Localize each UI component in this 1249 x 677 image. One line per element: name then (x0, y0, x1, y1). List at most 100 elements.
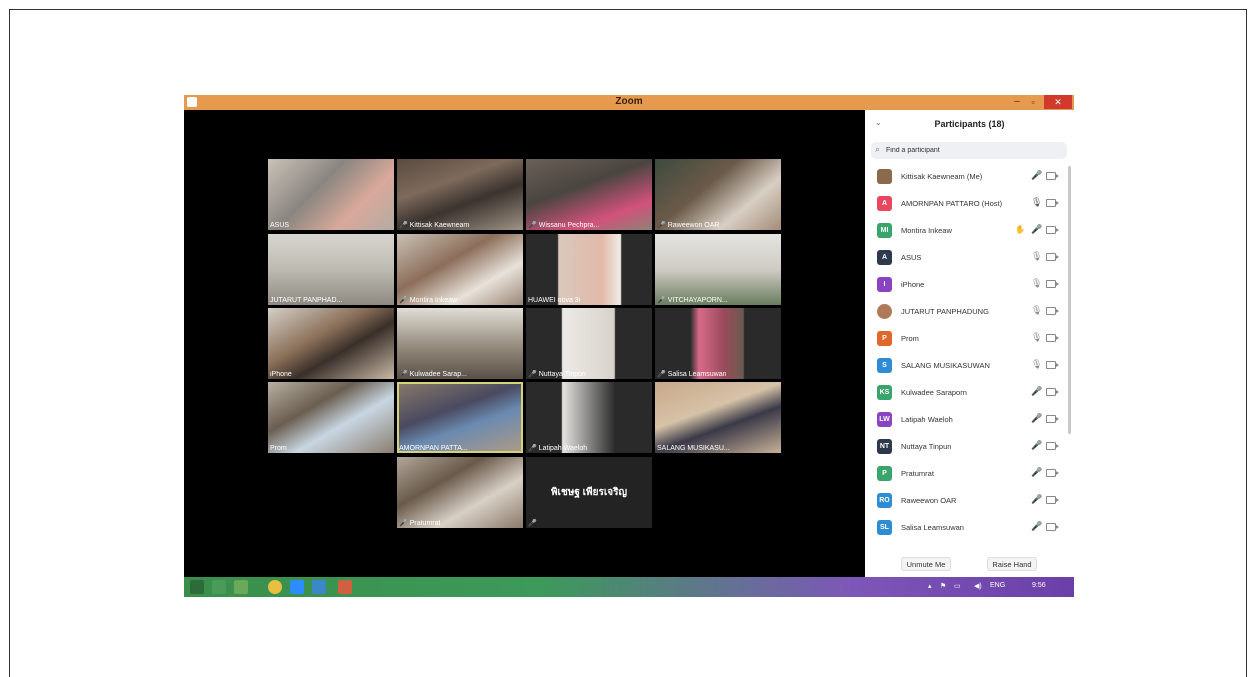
maximize-button[interactable]: ▫ (1026, 95, 1040, 110)
participant-row[interactable]: I iPhone 🎙 (865, 272, 1065, 296)
minimize-button[interactable]: – (1010, 95, 1024, 110)
raise-hand-button[interactable]: Raise Hand (987, 557, 1037, 571)
video-tile[interactable]: Prom (268, 382, 394, 453)
participant-row[interactable]: LW Latipah Waeloh 🎤 (865, 407, 1065, 431)
close-button[interactable]: ✕ (1044, 95, 1072, 109)
taskbar-app-icon[interactable] (312, 580, 326, 594)
video-camera-icon[interactable] (1046, 415, 1059, 423)
zoom-window: Zoom – ▫ ✕ ASUS 🎤 Kittisak Kaewneam 🎤 Wiss… (184, 95, 1074, 597)
video-camera-icon[interactable] (1046, 253, 1059, 261)
muted-mic-icon[interactable]: 🎤 (1031, 170, 1042, 181)
video-tile[interactable]: 🎤 Kittisak Kaewneam (397, 159, 523, 230)
video-camera-icon[interactable] (1046, 172, 1059, 180)
taskbar-app-icon[interactable] (212, 580, 226, 594)
mic-icon[interactable]: 🎙 (1031, 251, 1042, 262)
avatar: S (877, 358, 892, 373)
muted-mic-icon[interactable]: 🎤 (1031, 467, 1042, 478)
folder-icon[interactable] (234, 580, 248, 594)
video-tile[interactable]: ASUS (268, 159, 394, 230)
participant-row[interactable]: S SALANG MUSIKASUWAN 🎙 (865, 353, 1065, 377)
muted-mic-icon[interactable]: 🎤 (1031, 224, 1042, 235)
tile-name: AMORNPAN PATTA... (399, 445, 468, 452)
taskbar-app-icon[interactable] (338, 580, 352, 594)
muted-mic-icon: 🎤 (528, 371, 537, 378)
video-tile[interactable]: iPhone (268, 308, 394, 379)
video-tile[interactable]: 🎤 Nuttaya Tinpun (526, 308, 652, 379)
video-tile[interactable]: 🎤 Salisa Leamsuwan (655, 308, 781, 379)
tile-name: HUAWEI nova 3i (528, 297, 581, 304)
participant-row[interactable]: A AMORNPAN PATTARO (Host) 🎙 (865, 191, 1065, 215)
participant-name: Raweewon OAR (901, 496, 957, 505)
language-indicator[interactable]: ENG (990, 582, 1005, 589)
clock[interactable]: 9:56 (1032, 582, 1046, 589)
participant-row[interactable]: P Pratumrat 🎤 (865, 461, 1065, 485)
mic-icon[interactable]: 🎙 (1031, 197, 1042, 208)
scrollbar[interactable] (1068, 166, 1071, 434)
participant-row[interactable]: RO Raweewon OAR 🎤 (865, 488, 1065, 512)
video-tile[interactable]: SALANG MUSIKASU... (655, 382, 781, 453)
avatar (877, 304, 892, 319)
tile-name: 🎤 Latipah Waeloh (528, 445, 588, 452)
video-tile[interactable]: HUAWEI nova 3i (526, 234, 652, 305)
mic-icon[interactable]: 🎙 (1031, 332, 1042, 343)
video-tile[interactable]: 🎤 Pratumrat (397, 457, 523, 528)
video-camera-icon[interactable] (1046, 523, 1059, 531)
tray-flag-icon[interactable]: ⚑ (940, 582, 946, 590)
muted-mic-icon[interactable]: 🎤 (1031, 494, 1042, 505)
tray-chevron-icon[interactable]: ▴ (928, 582, 932, 590)
participant-display-name: พิเชษฐ เพียรเจริญ (550, 487, 628, 498)
muted-mic-icon[interactable]: 🎤 (1031, 521, 1042, 532)
tile-name: 🎤 (528, 519, 539, 527)
muted-mic-icon[interactable]: 🎤 (1031, 440, 1042, 451)
participant-row[interactable]: KS Kulwadee Saraporn 🎤 (865, 380, 1065, 404)
muted-mic-icon: 🎤 (399, 222, 408, 229)
window-title: Zoom (615, 96, 643, 107)
active-speaker-tile[interactable]: AMORNPAN PATTA... (397, 382, 523, 453)
mic-icon[interactable]: 🎙 (1031, 359, 1042, 370)
video-camera-icon[interactable] (1046, 361, 1059, 369)
participant-row[interactable]: SL Salisa Leamsuwan 🎤 (865, 515, 1065, 539)
search-icon: ⌕ (875, 144, 881, 154)
gallery-view: ASUS 🎤 Kittisak Kaewneam 🎤 Wissanu Pechpra… (184, 110, 865, 577)
video-camera-icon[interactable] (1046, 469, 1059, 477)
participant-name: AMORNPAN PATTARO (Host) (901, 199, 1003, 208)
zoom-taskbar-icon[interactable] (290, 580, 304, 594)
participant-row[interactable]: NT Nuttaya Tinpun 🎤 (865, 434, 1065, 458)
participant-row[interactable]: MI Montira Inkeaw ✋ 🎤 (865, 218, 1065, 242)
avatar: P (877, 466, 892, 481)
video-camera-icon[interactable] (1046, 388, 1059, 396)
unmute-me-button[interactable]: Unmute Me (901, 557, 951, 571)
start-icon[interactable] (190, 580, 204, 594)
participant-row[interactable]: JUTARUT PANPHADUNG 🎙 (865, 299, 1065, 323)
mic-icon[interactable]: 🎙 (1031, 305, 1042, 316)
chrome-icon[interactable] (268, 580, 282, 594)
participant-row[interactable]: Kittisak Kaewneam (Me) 🎤 (865, 164, 1065, 188)
video-tile[interactable]: 🎤 Kulwadee Sarap... (397, 308, 523, 379)
avatar: RO (877, 493, 892, 508)
video-tile[interactable]: 🎤 Wissanu Pechpra... (526, 159, 652, 230)
participant-row[interactable]: P Prom 🎙 (865, 326, 1065, 350)
video-camera-icon[interactable] (1046, 442, 1059, 450)
video-camera-icon[interactable] (1046, 496, 1059, 504)
video-camera-icon[interactable] (1046, 280, 1059, 288)
mic-icon[interactable]: 🎙 (1031, 278, 1042, 289)
video-tile[interactable]: JUTARUT PANPHAD... (268, 234, 394, 305)
tray-network-icon[interactable]: ▭ (954, 582, 961, 590)
video-off-tile[interactable]: พิเชษฐ เพียรเจริญ 🎤 (526, 457, 652, 528)
volume-icon[interactable]: ◀) (974, 582, 982, 590)
video-tile[interactable]: 🎤 Raweewon OAR (655, 159, 781, 230)
tile-name: Prom (270, 445, 287, 452)
video-tile[interactable]: 🎤 VITCHAYAPORN... (655, 234, 781, 305)
tile-name: 🎤 Montira Inkeaw (399, 297, 458, 304)
video-camera-icon[interactable] (1046, 226, 1059, 234)
participant-name: iPhone (901, 280, 925, 289)
video-camera-icon[interactable] (1046, 307, 1059, 315)
search-input[interactable] (886, 143, 1061, 157)
muted-mic-icon[interactable]: 🎤 (1031, 386, 1042, 397)
video-tile[interactable]: 🎤 Latipah Waeloh (526, 382, 652, 453)
muted-mic-icon[interactable]: 🎤 (1031, 413, 1042, 424)
participant-row[interactable]: A ASUS 🎙 (865, 245, 1065, 269)
video-tile[interactable]: 🎤 Montira Inkeaw (397, 234, 523, 305)
video-camera-icon[interactable] (1046, 199, 1059, 207)
video-camera-icon[interactable] (1046, 334, 1059, 342)
